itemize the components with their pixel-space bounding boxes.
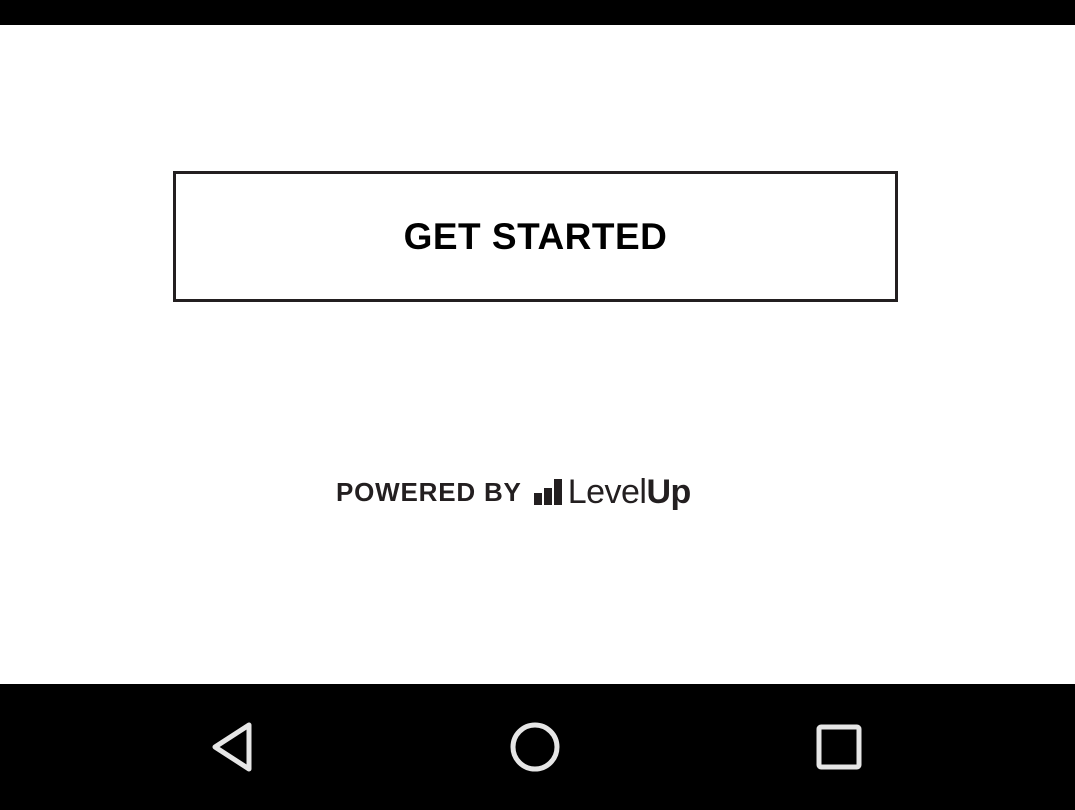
powered-by-text: POWERED BY xyxy=(336,476,522,507)
brand-name-up: Up xyxy=(646,472,691,511)
navigation-bar xyxy=(0,684,1075,810)
recents-square-icon xyxy=(816,724,862,770)
get-started-button[interactable]: GET STARTED xyxy=(173,171,898,302)
nav-back-button[interactable] xyxy=(198,714,268,780)
levelup-brand-name: Level Up xyxy=(567,472,692,512)
home-circle-icon xyxy=(510,722,560,772)
get-started-label: GET STARTED xyxy=(403,215,668,257)
nav-recents-button[interactable] xyxy=(804,714,874,780)
powered-by-footer: POWERED BY Level Up xyxy=(336,470,691,514)
levelup-logo-icon xyxy=(533,479,562,505)
status-bar xyxy=(0,0,1075,25)
nav-home-button[interactable] xyxy=(500,714,570,780)
brand-name-level: Level xyxy=(567,472,647,511)
back-triangle-icon xyxy=(212,722,252,772)
app-screen: GET STARTED POWERED BY Level Up xyxy=(0,0,1075,810)
